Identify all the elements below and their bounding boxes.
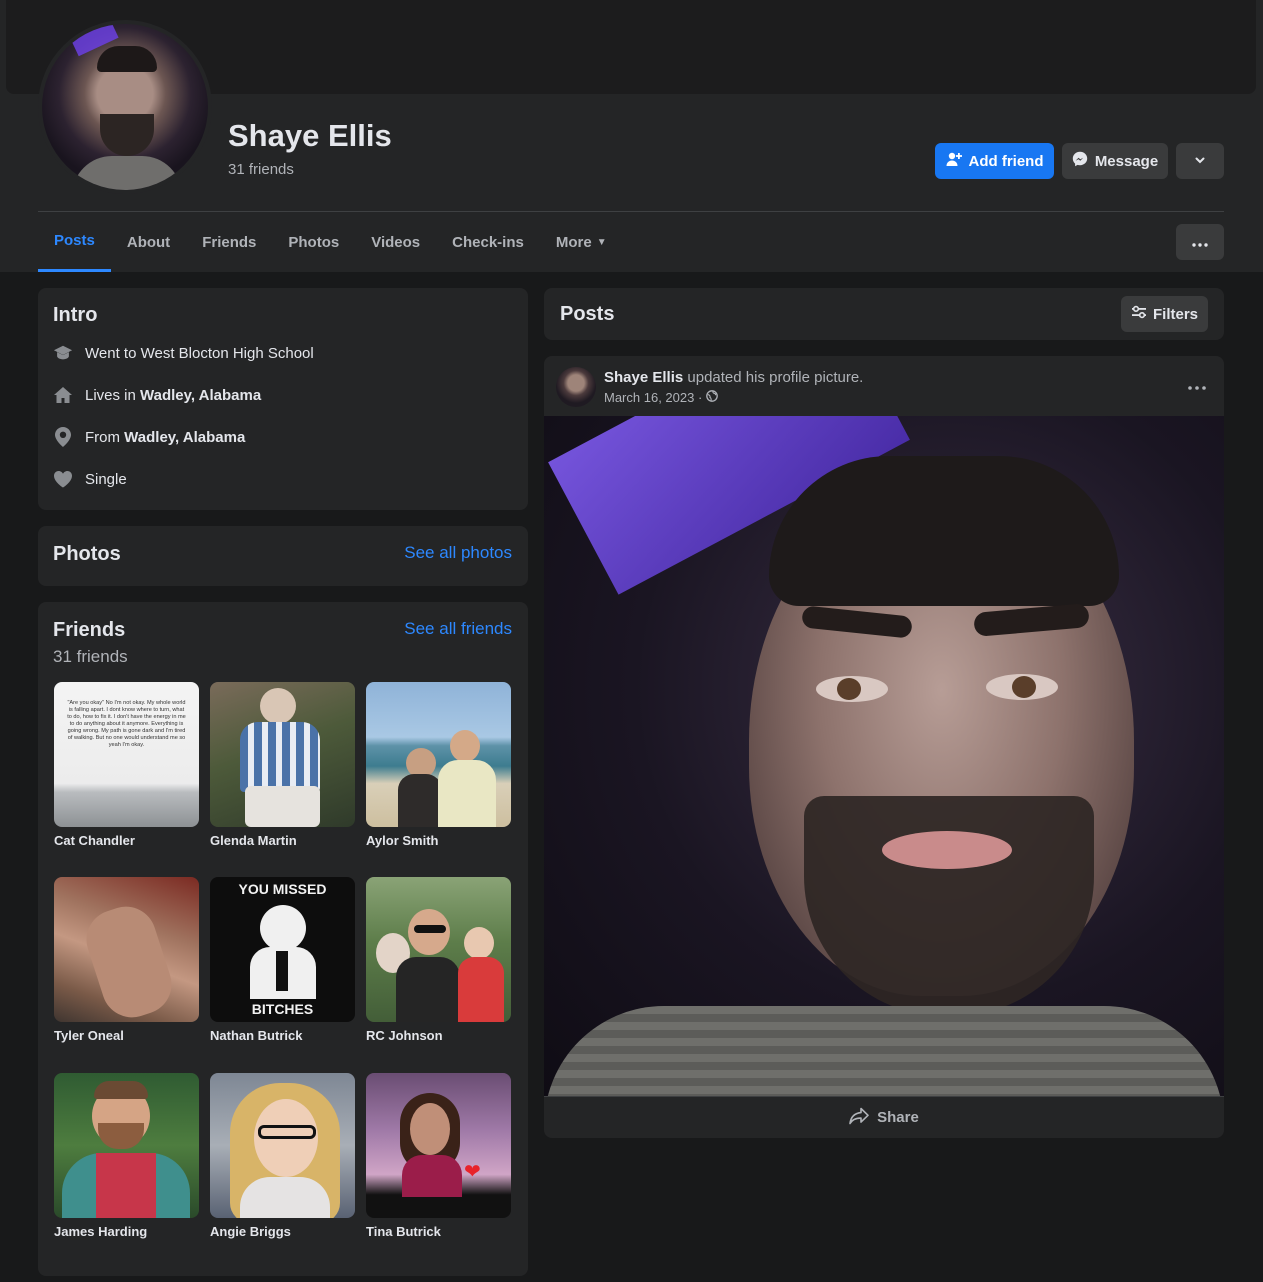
- tab-friends[interactable]: Friends: [186, 212, 272, 272]
- friend-tile[interactable]: RC Johnson: [366, 877, 511, 1043]
- friend-tile[interactable]: ❤ Tina Butrick: [366, 1073, 511, 1239]
- see-all-photos-link[interactable]: See all photos: [404, 543, 512, 563]
- friend-photo[interactable]: [210, 682, 355, 827]
- friend-name[interactable]: Glenda Martin: [210, 833, 355, 848]
- post-card: Shaye Ellis updated his profile picture.…: [544, 356, 1224, 1138]
- message-button[interactable]: Message: [1062, 143, 1168, 179]
- friend-photo[interactable]: YOU MISSED BITCHES: [210, 877, 355, 1022]
- friend-photo-caption-top: YOU MISSED: [238, 881, 327, 897]
- friends-count: 31 friends: [53, 647, 128, 666]
- heart-icon: [53, 469, 73, 489]
- posts-header-card: Posts Filters: [544, 288, 1224, 340]
- caret-down-icon: ▼: [596, 236, 607, 248]
- friend-photo[interactable]: [210, 1073, 355, 1218]
- friend-photo[interactable]: ❤: [366, 1073, 511, 1218]
- friend-name[interactable]: Tina Butrick: [366, 1224, 511, 1239]
- share-button[interactable]: Share: [544, 1096, 1224, 1138]
- filters-icon: [1131, 305, 1147, 323]
- post-photo[interactable]: [544, 416, 1224, 1096]
- more-horizontal-icon: [1192, 234, 1208, 251]
- heart-emoji-icon: ❤: [464, 1161, 481, 1183]
- message-label: Message: [1094, 152, 1159, 170]
- friends-title[interactable]: Friends: [53, 619, 125, 642]
- friend-tile[interactable]: Glenda Martin: [210, 682, 355, 848]
- friend-name[interactable]: Aylor Smith: [366, 833, 511, 848]
- posts-title: Posts: [560, 303, 615, 325]
- friend-photo[interactable]: [54, 877, 199, 1022]
- share-label: Share: [877, 1109, 919, 1126]
- intro-from: From Wadley, Alabama: [53, 427, 245, 447]
- post-author-avatar[interactable]: [556, 367, 596, 407]
- photos-card: Photos See all photos: [38, 526, 528, 586]
- post-author-name[interactable]: Shaye Ellis: [604, 369, 683, 386]
- friend-name[interactable]: RC Johnson: [366, 1028, 511, 1043]
- graduation-cap-icon: [53, 343, 73, 363]
- friend-tile[interactable]: Angie Briggs: [210, 1073, 355, 1239]
- more-actions-button[interactable]: [1176, 143, 1224, 179]
- post-action-text: updated his profile picture.: [683, 369, 864, 386]
- friend-name[interactable]: Nathan Butrick: [210, 1028, 355, 1043]
- profile-name: Shaye Ellis: [228, 118, 392, 153]
- friend-photo[interactable]: "Are you okay" No I'm not okay. My whole…: [54, 682, 199, 827]
- intro-education: Went to West Blocton High School: [53, 343, 314, 363]
- profile-options-button[interactable]: [1176, 224, 1224, 260]
- intro-lives-in: Lives in Wadley, Alabama: [53, 385, 261, 405]
- friend-tile[interactable]: James Harding: [54, 1073, 199, 1239]
- friend-name[interactable]: James Harding: [54, 1224, 199, 1239]
- friend-photo[interactable]: [366, 682, 511, 827]
- add-friend-button[interactable]: Add friend: [935, 143, 1054, 179]
- post-options-button[interactable]: [1188, 374, 1206, 395]
- photos-title[interactable]: Photos: [53, 543, 121, 566]
- messenger-icon: [1072, 151, 1088, 171]
- intro-lives-place[interactable]: Wadley, Alabama: [140, 387, 261, 404]
- friend-tile[interactable]: Tyler Oneal: [54, 877, 199, 1043]
- intro-title: Intro: [53, 304, 98, 326]
- friends-card: Friends See all friends 31 friends "Are …: [38, 602, 528, 1276]
- friend-photo[interactable]: [366, 877, 511, 1022]
- tab-about[interactable]: About: [111, 212, 186, 272]
- filters-label: Filters: [1152, 305, 1198, 323]
- profile-friend-count[interactable]: 31 friends: [228, 161, 294, 178]
- location-pin-icon: [53, 427, 73, 447]
- chevron-down-icon: [1194, 153, 1206, 170]
- intro-relationship: Single: [53, 469, 127, 489]
- friend-name[interactable]: Tyler Oneal: [54, 1028, 199, 1043]
- tab-more-label: More: [555, 233, 592, 251]
- see-all-friends-link[interactable]: See all friends: [404, 619, 512, 639]
- friend-name[interactable]: Cat Chandler: [54, 833, 199, 848]
- friend-tile[interactable]: Aylor Smith: [366, 682, 511, 848]
- share-icon: [849, 1107, 869, 1129]
- intro-relationship-text: Single: [85, 470, 127, 488]
- intro-lives-prefix: Lives in: [85, 386, 141, 404]
- friend-name[interactable]: Angie Briggs: [210, 1224, 355, 1239]
- friend-photo[interactable]: [54, 1073, 199, 1218]
- friend-photo-caption-bottom: BITCHES: [251, 1001, 314, 1017]
- post-header: Shaye Ellis updated his profile picture.: [604, 369, 863, 386]
- profile-picture[interactable]: [38, 20, 212, 194]
- tab-more[interactable]: More ▼: [540, 212, 623, 272]
- friend-photo-quote: "Are you okay" No I'm not okay. My whole…: [67, 700, 186, 748]
- tab-videos[interactable]: Videos: [355, 212, 436, 272]
- intro-card: Intro Went to West Blocton High School L…: [38, 288, 528, 510]
- intro-from-place[interactable]: Wadley, Alabama: [124, 429, 245, 446]
- intro-from-prefix: From: [85, 428, 125, 446]
- add-friend-label: Add friend: [968, 152, 1044, 170]
- tab-photos[interactable]: Photos: [272, 212, 355, 272]
- intro-education-text: Went to West Blocton High School: [85, 344, 314, 362]
- post-meta: March 16, 2023 ·: [604, 390, 719, 405]
- tab-posts[interactable]: Posts: [38, 212, 111, 272]
- profile-picture-image: [42, 24, 208, 190]
- profile-tabs: Posts About Friends Photos Videos Check-…: [38, 212, 623, 272]
- tab-check-ins[interactable]: Check-ins: [436, 212, 540, 272]
- globe-icon: [706, 390, 719, 405]
- home-icon: [53, 385, 73, 405]
- more-horizontal-icon: [1188, 386, 1206, 390]
- friend-tile[interactable]: YOU MISSED BITCHES Nathan Butrick: [210, 877, 355, 1043]
- post-date[interactable]: March 16, 2023 ·: [604, 390, 702, 405]
- add-person-icon: [946, 151, 962, 171]
- friend-tile[interactable]: "Are you okay" No I'm not okay. My whole…: [54, 682, 199, 848]
- filters-button[interactable]: Filters: [1121, 296, 1208, 332]
